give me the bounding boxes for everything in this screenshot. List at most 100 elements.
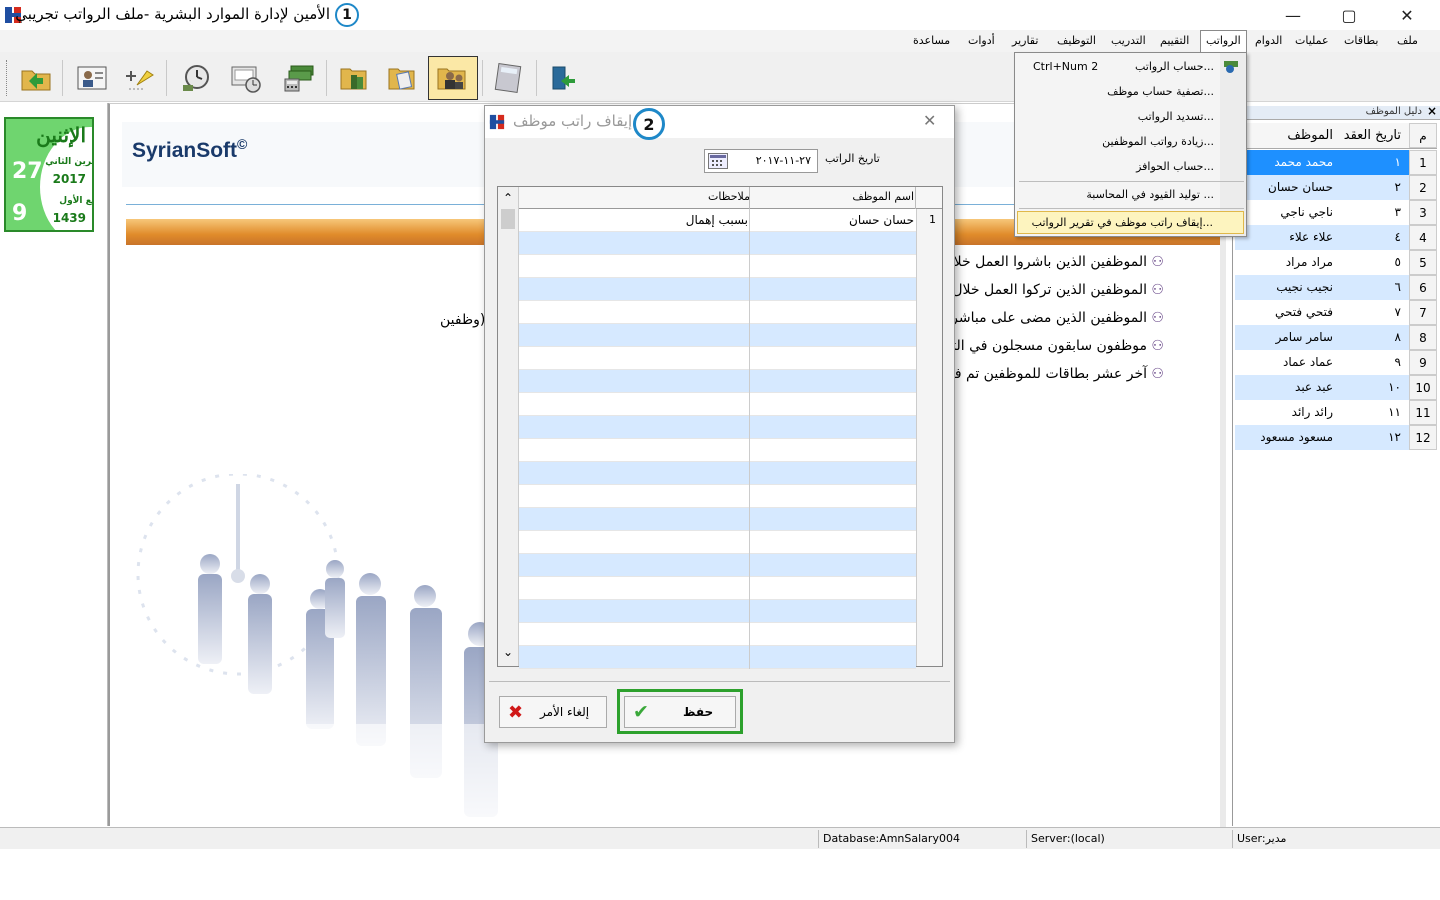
report-link-3[interactable]: ⚇ الموظفين الذين مضى على مباشرت bbox=[938, 310, 1164, 326]
table-row[interactable]: 7 ٧ فتحي فتحي bbox=[1235, 300, 1437, 325]
add-assistant-icon[interactable] bbox=[118, 58, 162, 98]
table-row[interactable]: 8 ٨ سامر سامر bbox=[1235, 325, 1437, 350]
row-number: 1 bbox=[1409, 150, 1437, 175]
col-name-header[interactable]: اسم الموظف bbox=[852, 190, 914, 203]
notes-cell: بسبب إهمال bbox=[685, 213, 748, 227]
attendance-clock-icon[interactable] bbox=[224, 58, 268, 98]
table-row[interactable] bbox=[519, 554, 916, 577]
table-row[interactable]: حسان حسان بسبب إهمال bbox=[519, 209, 916, 232]
menu-cards[interactable]: بطاقات bbox=[1339, 32, 1383, 50]
menu-training[interactable]: التدريب bbox=[1106, 32, 1151, 50]
save-button[interactable]: ✔ حفظ bbox=[624, 696, 736, 728]
table-row[interactable]: 9 ٩ عماد عماد bbox=[1235, 350, 1437, 375]
table-row[interactable]: 1 ١ محمد محمد bbox=[1235, 150, 1437, 175]
grid-vertical-scrollbar[interactable]: ⌃ ⌄ bbox=[498, 187, 519, 666]
report-link-2[interactable]: ⚇ الموظفين الذين تركوا العمل خلال bbox=[952, 282, 1164, 298]
calendar-greg-month: تشرين الثاني bbox=[45, 157, 92, 167]
books-exit-icon[interactable] bbox=[542, 58, 586, 98]
close-button[interactable]: ✕ bbox=[1384, 0, 1430, 30]
scroll-thumb[interactable] bbox=[501, 209, 515, 229]
report-link-5[interactable]: ⚇ آخر عشر بطاقات للموظفين تم فتح bbox=[942, 366, 1164, 382]
dialog-app-icon bbox=[489, 113, 505, 131]
table-row[interactable]: 4 ٤ علاء علاء bbox=[1235, 225, 1437, 250]
menu-recruitment[interactable]: التوظيف bbox=[1052, 32, 1101, 50]
table-row[interactable] bbox=[519, 416, 916, 439]
employees-users-icon[interactable] bbox=[428, 56, 478, 100]
books-icon[interactable] bbox=[332, 58, 376, 98]
maximize-button[interactable]: ▢ bbox=[1326, 0, 1372, 30]
table-row[interactable] bbox=[519, 531, 916, 554]
calendar-greg-day: 27 bbox=[12, 159, 43, 184]
grid-header-row: ملاحظات اسم الموظف bbox=[519, 187, 942, 209]
table-row[interactable] bbox=[519, 301, 916, 324]
col-date-header[interactable]: تاريخ العقد bbox=[1339, 123, 1409, 148]
dialog-title: إيقاف راتب موظف bbox=[513, 112, 633, 130]
table-row[interactable] bbox=[519, 255, 916, 278]
table-row[interactable] bbox=[519, 508, 916, 531]
minimize-button[interactable]: — bbox=[1270, 0, 1316, 30]
report-link-1[interactable]: ⚇ الموظفين الذين باشروا العمل خلا bbox=[954, 254, 1164, 270]
employee-guide-close-icon[interactable]: × bbox=[1427, 104, 1437, 118]
table-row[interactable]: 11 ١١ رائد رائد bbox=[1235, 400, 1437, 425]
table-row[interactable]: 12 ١٢ مسعود مسعود bbox=[1235, 425, 1437, 450]
menu-reports[interactable]: تقارير bbox=[1007, 32, 1043, 50]
col-notes-header[interactable]: ملاحظات bbox=[708, 190, 750, 203]
report-link-4[interactable]: ⚇ موظفون سابقون مسجلون في التر bbox=[945, 338, 1164, 354]
table-row[interactable] bbox=[519, 324, 916, 347]
menu-item-raise-salaries[interactable]: زيادة رواتب الموظفين... bbox=[1017, 131, 1244, 153]
menu-item-settle-account[interactable]: تصفية حساب موظف... bbox=[1017, 81, 1244, 103]
contract-date-cell: ٥ bbox=[1394, 255, 1401, 269]
menu-item-calc-salaries[interactable]: حساب الرواتب... Ctrl+Num 2 bbox=[1017, 56, 1244, 78]
table-row[interactable]: 3 ٣ ناجي ناجي bbox=[1235, 200, 1437, 225]
menu-operations[interactable]: عمليات bbox=[1290, 32, 1334, 50]
table-row[interactable] bbox=[519, 347, 916, 370]
table-row[interactable] bbox=[519, 370, 916, 393]
table-row[interactable] bbox=[519, 393, 916, 416]
table-row[interactable] bbox=[519, 600, 916, 623]
menu-evaluation[interactable]: التقييم bbox=[1155, 32, 1194, 50]
contract-date-cell: ٣ bbox=[1394, 205, 1401, 219]
salary-date-field[interactable]: ٢٧-١١-٢٠١٧ bbox=[704, 149, 818, 173]
menu-attendance[interactable]: الدوام bbox=[1250, 32, 1287, 50]
table-row[interactable] bbox=[519, 439, 916, 462]
first-row-number: 1 bbox=[929, 213, 936, 226]
table-row[interactable] bbox=[519, 646, 916, 669]
scroll-up-arrow[interactable]: ⌃ bbox=[503, 191, 513, 205]
table-row[interactable] bbox=[519, 278, 916, 301]
menu-tools[interactable]: أدوات bbox=[963, 32, 1000, 50]
documents-icon[interactable] bbox=[380, 58, 424, 98]
menu-item-stop-salary[interactable]: إيقاف راتب موظف في تقرير الرواتب... bbox=[1017, 211, 1244, 234]
dialog-close-button[interactable]: ✕ bbox=[923, 111, 936, 130]
table-row[interactable]: 6 ٦ نجيب نجيب bbox=[1235, 275, 1437, 300]
calendar-picker-icon[interactable] bbox=[708, 153, 728, 169]
table-row[interactable] bbox=[519, 623, 916, 646]
step-2-badge: 2 bbox=[633, 108, 665, 140]
col-num-header[interactable]: م bbox=[1409, 123, 1437, 148]
menu-item-incentives[interactable]: حساب الحوافز... bbox=[1017, 156, 1244, 178]
table-row[interactable] bbox=[519, 577, 916, 600]
menu-file[interactable]: ملف bbox=[1392, 32, 1423, 50]
col-employee-header[interactable]: الموظف bbox=[1235, 123, 1339, 148]
clock-icon[interactable] bbox=[174, 58, 218, 98]
row-indicator-column bbox=[916, 209, 942, 666]
scroll-down-arrow[interactable]: ⌄ bbox=[503, 645, 513, 659]
menu-salaries[interactable]: الرواتب bbox=[1200, 30, 1247, 52]
folder-exit-icon[interactable] bbox=[14, 58, 58, 98]
table-row[interactable] bbox=[519, 462, 916, 485]
table-row[interactable] bbox=[519, 232, 916, 255]
status-database: Database:AmnSalary004 bbox=[818, 830, 1026, 848]
menu-item-generate-entries[interactable]: توليد القيود في المحاسبة ... bbox=[1017, 184, 1244, 206]
table-row[interactable]: 5 ٥ مراد مراد bbox=[1235, 250, 1437, 275]
money-stack-icon[interactable] bbox=[278, 58, 322, 98]
table-row[interactable]: 10 ١٠ عبد عبد bbox=[1235, 375, 1437, 400]
table-row[interactable]: 2 ٢ حسان حسان bbox=[1235, 175, 1437, 200]
table-row[interactable] bbox=[519, 485, 916, 508]
cancel-x-icon: ✖ bbox=[508, 702, 524, 723]
menu-help[interactable]: مساعدة bbox=[908, 32, 955, 50]
calculator-icon[interactable] bbox=[486, 58, 530, 98]
menu-item-pay-salaries[interactable]: تسديد الرواتب... bbox=[1017, 106, 1244, 128]
employee-card-icon[interactable] bbox=[70, 58, 114, 98]
report-link-label: آخر عشر بطاقات للموظفين تم فتح bbox=[941, 366, 1147, 382]
cancel-button[interactable]: ✖ إلغاء الأمر bbox=[499, 696, 607, 728]
toolbar-grip bbox=[6, 60, 9, 96]
